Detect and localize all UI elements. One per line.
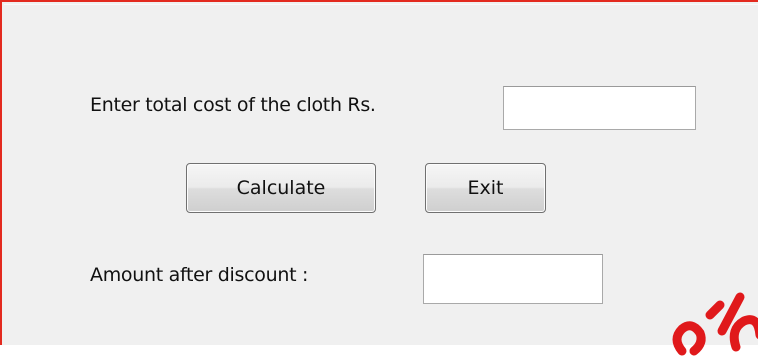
calculate-button[interactable]: Calculate (186, 163, 376, 213)
form-window: Enter total cost of the cloth Rs. Calcul… (0, 0, 758, 356)
calculate-button-label: Calculate (236, 177, 326, 199)
watermark-strokes (672, 292, 758, 356)
exit-button[interactable]: Exit (425, 163, 546, 213)
amount-output[interactable] (423, 254, 603, 304)
frame-highlight (4, 4, 758, 5)
watermark-logo (672, 292, 758, 356)
cost-input[interactable] (503, 86, 696, 130)
exit-button-label: Exit (467, 177, 504, 199)
amount-label: Amount after discount : (90, 264, 309, 286)
cost-label: Enter total cost of the cloth Rs. (90, 94, 376, 116)
